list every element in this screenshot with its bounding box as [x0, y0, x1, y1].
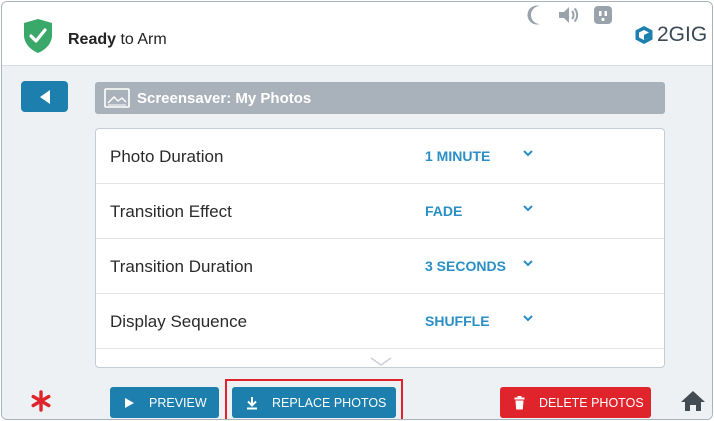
setting-value[interactable]: 3 SECONDS — [425, 258, 506, 274]
shield-check-icon[interactable] — [22, 18, 54, 54]
setting-photo-duration[interactable]: Photo Duration 1 MINUTE — [96, 129, 664, 184]
setting-value[interactable]: 1 MINUTE — [425, 148, 490, 164]
image-icon — [104, 88, 130, 108]
setting-display-sequence[interactable]: Display Sequence SHUFFLE — [96, 294, 664, 349]
preview-label: PREVIEW — [149, 395, 207, 410]
chevron-down-icon[interactable] — [523, 259, 533, 267]
setting-label: Display Sequence — [110, 312, 248, 331]
setting-label: Transition Duration — [110, 257, 253, 276]
arm-status-rest: to Arm — [116, 31, 167, 48]
chevron-down-icon[interactable] — [523, 314, 533, 322]
app-frame: Ready to Arm 2GIG Screensaver: My Photos… — [1, 1, 713, 420]
scroll-down-chevron-icon[interactable] — [370, 357, 392, 367]
brand-name: 2GIG — [657, 23, 708, 46]
setting-label: Transition Effect — [110, 202, 232, 221]
replace-photos-highlight — [225, 379, 403, 419]
delete-photos-label: DELETE PHOTOS — [539, 395, 644, 410]
brand-cube-icon — [635, 26, 653, 44]
preview-button[interactable]: PREVIEW — [110, 387, 219, 418]
top-bar: Ready to Arm 2GIG — [2, 2, 712, 66]
speaker-icon[interactable] — [555, 2, 581, 28]
arm-status[interactable]: Ready to Arm — [68, 31, 167, 49]
back-button[interactable] — [21, 81, 68, 112]
moon-icon[interactable] — [524, 2, 550, 28]
setting-transition-duration[interactable]: Transition Duration 3 SECONDS — [96, 239, 664, 294]
delete-photos-button[interactable]: DELETE PHOTOS — [500, 387, 651, 418]
outlet-icon[interactable] — [590, 2, 616, 28]
setting-transition-effect[interactable]: Transition Effect FADE — [96, 184, 664, 239]
chevron-down-icon[interactable] — [523, 149, 533, 157]
brand-logo: 2GIG — [634, 23, 707, 47]
setting-value[interactable]: SHUFFLE — [425, 313, 490, 329]
setting-value[interactable]: FADE — [425, 203, 462, 219]
chevron-down-icon[interactable] — [523, 204, 533, 212]
trash-icon — [514, 395, 525, 409]
home-icon[interactable] — [680, 390, 706, 412]
settings-list: Photo Duration 1 MINUTE Transition Effec… — [95, 128, 665, 368]
arm-status-bold: Ready — [68, 31, 117, 48]
emergency-asterisk-icon[interactable] — [30, 390, 52, 412]
screen-header: Screensaver: My Photos — [95, 82, 665, 114]
screen-title: Screensaver: My Photos — [137, 89, 312, 107]
play-icon — [125, 397, 134, 408]
back-arrow-icon — [39, 89, 50, 104]
setting-label: Photo Duration — [110, 147, 224, 166]
